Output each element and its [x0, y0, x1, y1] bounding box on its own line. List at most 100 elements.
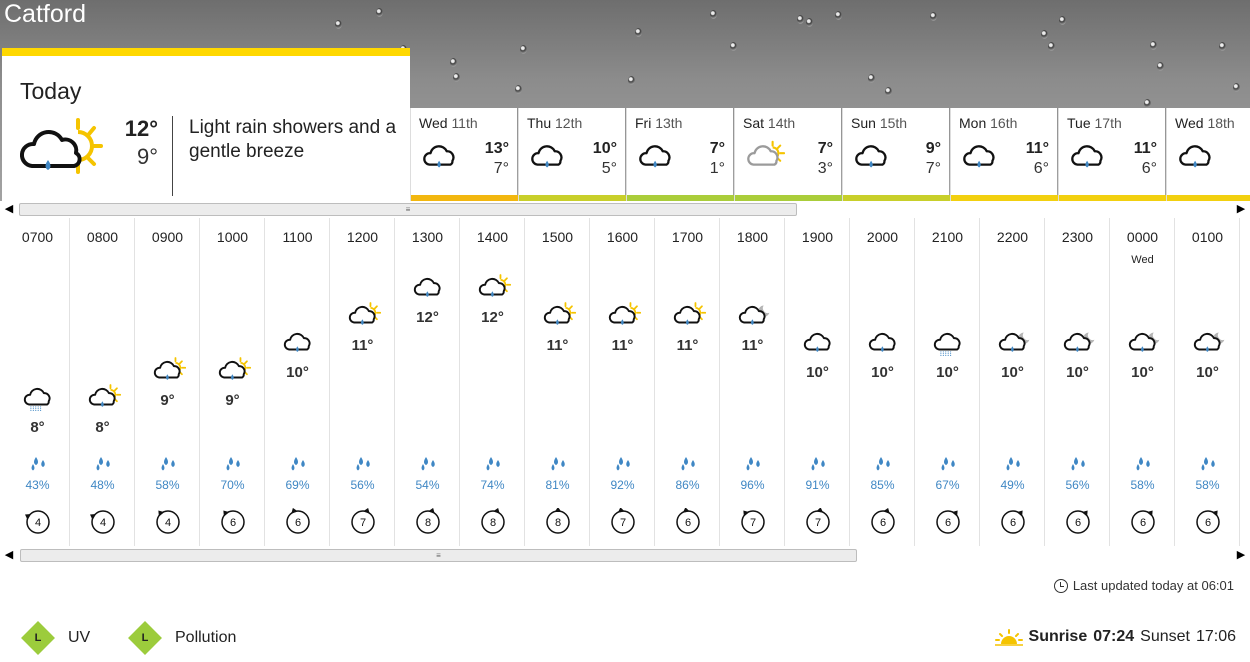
hour-column[interactable]: 1700 11° 86% 6 — [655, 218, 720, 546]
hourly-scrollbar[interactable]: ◀ ≡ ▶ — [0, 547, 1250, 563]
day-max-temp: 11° — [1025, 140, 1049, 157]
day-tab[interactable]: Tue 17th 11° 6° — [1058, 108, 1166, 201]
light-rain-icon — [531, 145, 563, 168]
scroll-thumb[interactable]: ≡ — [19, 203, 797, 216]
hour-column[interactable]: 1600 11° 92% 7 — [590, 218, 655, 546]
hour-column[interactable]: 2000 10° 85% 6 — [850, 218, 915, 546]
rain-drops-icon — [551, 457, 565, 471]
rain-drops-icon — [356, 457, 370, 471]
hour-time: 1000 — [216, 229, 249, 245]
hour-time: 1100 — [282, 229, 313, 245]
hour-column[interactable]: 1400 12° 74% 8 — [460, 218, 525, 546]
scroll-right-icon[interactable]: ▶ — [1235, 547, 1247, 563]
hour-time: 1800 — [736, 229, 769, 245]
day-name: Sat 14th — [743, 115, 796, 131]
light-rain-icon — [868, 332, 896, 352]
last-updated: Last updated today at 06:01 — [1053, 578, 1234, 593]
hour-time: 0000 — [1126, 229, 1159, 245]
wind-direction-icon: 7 — [351, 508, 375, 534]
rain-probability: 70% — [220, 478, 245, 492]
today-description: Light rain showers and a gentle breeze — [189, 117, 397, 162]
rain-probability: 85% — [870, 478, 895, 492]
day-tab[interactable]: Thu 12th 10° 5° — [518, 108, 626, 201]
svg-text:6: 6 — [1075, 517, 1081, 529]
light-rain-shower-night-icon — [1128, 332, 1160, 352]
raindrop-decoration — [520, 45, 527, 54]
pollution-index[interactable]: L Pollution — [127, 621, 236, 655]
hour-column[interactable]: 0800 8° 48% 4 — [70, 218, 135, 546]
wind-direction-icon: 4 — [90, 510, 115, 534]
hour-column[interactable]: 0900 9° 58% 4 — [135, 218, 200, 546]
rain-drops-icon — [1136, 457, 1150, 471]
rain-probability: 67% — [935, 478, 960, 492]
day-min-temp: 3° — [817, 160, 833, 177]
wind-direction-icon: 8 — [416, 508, 440, 534]
hourly-forecast: 0700 8° 43% 4 0800 8° 48% 4 0900 9° 58% 4 1000 9° 70% 6… — [0, 218, 1250, 546]
scroll-right-icon[interactable]: ▶ — [1235, 201, 1247, 217]
wind-direction-icon: 4 — [156, 510, 180, 534]
today-panel[interactable]: Today 12° 9° Light rain showers and a ge… — [2, 48, 410, 201]
day-max-temp: 11° — [1133, 140, 1157, 157]
hour-temp: 12° — [416, 309, 439, 326]
hour-column[interactable]: 2100 10° 67% 6 — [915, 218, 980, 546]
hour-column[interactable]: 1500 11° 81% 8 — [525, 218, 590, 546]
wind-direction-icon: 6 — [221, 510, 245, 534]
hour-column[interactable]: 1800 11° 96% 7 — [720, 218, 785, 546]
drizzle-icon — [23, 387, 51, 412]
last-updated-text: Last updated today at 06:01 — [1072, 578, 1234, 593]
hour-column[interactable]: 1200 11° 56% 7 — [330, 218, 395, 546]
svg-text:4: 4 — [100, 517, 106, 529]
day-tab[interactable]: Sun 15th 9° 7° — [842, 108, 950, 201]
hour-column[interactable]: 1900 10° 91% 7 — [785, 218, 850, 546]
rain-drops-icon — [1201, 457, 1215, 471]
daily-scrollbar[interactable]: ◀ ≡ ▶ — [0, 201, 1250, 217]
hour-column[interactable]: 1300 12° 54% 8 — [395, 218, 460, 546]
raindrop-decoration — [628, 76, 635, 85]
day-tab[interactable]: Mon 16th 11° 6° — [950, 108, 1058, 201]
day-tab[interactable]: Fri 13th 7° 1° — [626, 108, 734, 201]
wind-direction-icon: 7 — [611, 508, 635, 534]
day-tab[interactable]: Wed 18th1 — [1166, 108, 1250, 201]
raindrop-decoration — [797, 15, 804, 24]
hour-time: 1200 — [346, 229, 379, 245]
raindrop-decoration — [806, 18, 813, 27]
rain-drops-icon — [421, 457, 435, 471]
wind-direction-icon: 4 — [25, 510, 50, 534]
raindrop-decoration — [930, 12, 937, 21]
hour-column[interactable]: 0700 8° 43% 4 — [5, 218, 70, 546]
hour-column[interactable]: 2300 10° 56% 6 — [1045, 218, 1110, 546]
scroll-thumb[interactable]: ≡ — [20, 549, 857, 562]
svg-text:6: 6 — [1010, 517, 1016, 529]
uv-index[interactable]: L UV — [20, 621, 90, 655]
hour-temp: 8° — [95, 419, 110, 436]
raindrop-decoration — [1041, 30, 1048, 39]
today-min-temp: 9° — [136, 144, 158, 169]
day-name: Wed 18th — [1175, 115, 1235, 131]
light-rain-icon — [963, 145, 995, 168]
light-rain-shower-night-icon — [998, 332, 1030, 352]
scroll-left-icon[interactable]: ◀ — [3, 201, 15, 217]
hour-temp: 11° — [676, 337, 699, 354]
day-name: Tue 17th — [1067, 115, 1122, 131]
hour-temp: 11° — [351, 337, 374, 354]
hour-column[interactable]: 1000 9° 70% 6 — [200, 218, 265, 546]
scroll-left-icon[interactable]: ◀ — [3, 547, 15, 563]
svg-text:6: 6 — [685, 517, 691, 529]
raindrop-decoration — [515, 85, 522, 94]
hour-column[interactable]: 0000 Wed 10° 58% 6 — [1110, 218, 1175, 546]
day-name: Thu 12th — [527, 115, 583, 131]
svg-text:7: 7 — [750, 517, 756, 529]
light-rain-shower-day-icon — [218, 357, 252, 380]
light-rain-icon — [639, 145, 671, 168]
hour-column[interactable]: 1100 10° 69% 6 — [265, 218, 330, 546]
hour-temp: 10° — [1131, 364, 1154, 381]
raindrop-decoration — [453, 73, 460, 82]
day-tab[interactable]: Wed 11th 13° 7° — [410, 108, 518, 201]
day-tab[interactable]: Sat 14th 7° 3° — [734, 108, 842, 201]
hour-column[interactable]: 2200 10° 49% 6 — [980, 218, 1045, 546]
hour-temp: 11° — [546, 337, 569, 354]
hour-temp: 10° — [1196, 364, 1219, 381]
hour-column[interactable]: 0100 10° 58% 6 — [1175, 218, 1240, 546]
day-max-temp: 7° — [817, 140, 833, 157]
rain-probability: 54% — [415, 478, 440, 492]
